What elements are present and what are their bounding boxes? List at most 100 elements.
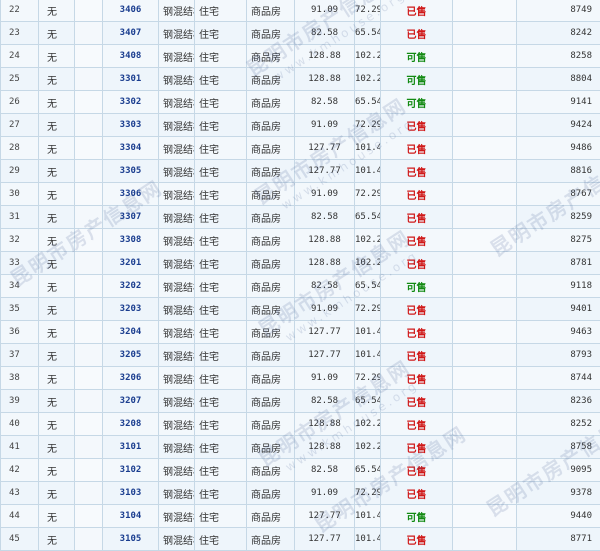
cell-blank xyxy=(453,436,517,459)
cell-blank xyxy=(75,114,103,137)
inner-area-cell: 101.4 xyxy=(355,344,381,367)
room-number-link[interactable]: 3305 xyxy=(103,160,159,183)
unit-price-cell: 9118 xyxy=(517,275,600,298)
room-number-link[interactable]: 3302 xyxy=(103,91,159,114)
row-number: 29 xyxy=(1,160,39,183)
usage-cell: 住宅 xyxy=(195,321,247,344)
row-number: 40 xyxy=(1,413,39,436)
room-number-link[interactable]: 3307 xyxy=(103,206,159,229)
room-number-link[interactable]: 3208 xyxy=(103,413,159,436)
house-type-cell: 商品房 xyxy=(247,390,295,413)
room-number-link[interactable]: 3303 xyxy=(103,114,159,137)
room-number-link[interactable]: 3304 xyxy=(103,137,159,160)
room-number-link[interactable]: 3103 xyxy=(103,482,159,505)
cell-blank xyxy=(75,183,103,206)
building-area-cell: 128.88 xyxy=(295,229,355,252)
building-area-cell: 128.88 xyxy=(295,45,355,68)
building-area-cell: 127.77 xyxy=(295,137,355,160)
house-type-cell: 商品房 xyxy=(247,68,295,91)
sale-status-badge: 可售 xyxy=(381,68,453,91)
unit-price-cell: 9401 xyxy=(517,298,600,321)
row-number: 27 xyxy=(1,114,39,137)
cell-blank xyxy=(75,298,103,321)
inner-area-cell: 102.28 xyxy=(355,68,381,91)
room-number-link[interactable]: 3406 xyxy=(103,0,159,22)
room-number-link[interactable]: 3306 xyxy=(103,183,159,206)
cell-blank xyxy=(75,321,103,344)
room-number-link[interactable]: 3301 xyxy=(103,68,159,91)
usage-cell: 住宅 xyxy=(195,436,247,459)
room-number-link[interactable]: 3408 xyxy=(103,45,159,68)
row-number: 30 xyxy=(1,183,39,206)
row-number: 45 xyxy=(1,528,39,551)
room-number-link[interactable]: 3203 xyxy=(103,298,159,321)
room-number-link[interactable]: 3206 xyxy=(103,367,159,390)
unit-listing-table: 22无3406钢混结构住宅商品房91.0972.29已售874979698923… xyxy=(0,0,600,551)
usage-cell: 住宅 xyxy=(195,298,247,321)
cell-blank xyxy=(453,344,517,367)
cell-none: 无 xyxy=(39,436,75,459)
inner-area-cell: 101.4 xyxy=(355,505,381,528)
cell-blank xyxy=(453,183,517,206)
unit-price-cell: 9141 xyxy=(517,91,600,114)
unit-price-cell: 8258 xyxy=(517,45,600,68)
room-number-link[interactable]: 3407 xyxy=(103,22,159,45)
room-number-link[interactable]: 3105 xyxy=(103,528,159,551)
row-number: 44 xyxy=(1,505,39,528)
unit-price-cell: 8236 xyxy=(517,390,600,413)
cell-none: 无 xyxy=(39,229,75,252)
table-row: 22无3406钢混结构住宅商品房91.0972.29已售8749796989 xyxy=(1,0,600,22)
inner-area-cell: 72.29 xyxy=(355,114,381,137)
sale-status-badge: 可售 xyxy=(381,91,453,114)
room-number-link[interactable]: 3207 xyxy=(103,390,159,413)
inner-area-cell: 102.28 xyxy=(355,436,381,459)
cell-blank xyxy=(453,528,517,551)
unit-price-cell: 9440 xyxy=(517,505,600,528)
room-number-link[interactable]: 3308 xyxy=(103,229,159,252)
cell-blank xyxy=(453,252,517,275)
cell-blank xyxy=(75,206,103,229)
usage-cell: 住宅 xyxy=(195,528,247,551)
building-area-cell: 127.77 xyxy=(295,344,355,367)
cell-none: 无 xyxy=(39,344,75,367)
house-type-cell: 商品房 xyxy=(247,114,295,137)
cell-none: 无 xyxy=(39,160,75,183)
usage-cell: 住宅 xyxy=(195,252,247,275)
cell-none: 无 xyxy=(39,68,75,91)
sale-status-badge: 已售 xyxy=(381,344,453,367)
cell-blank xyxy=(453,275,517,298)
room-number-link[interactable]: 3205 xyxy=(103,344,159,367)
table-row: 39无3207钢混结构住宅商品房82.5865.54已售8236680132 xyxy=(1,390,600,413)
room-number-link[interactable]: 3104 xyxy=(103,505,159,528)
building-area-cell: 91.09 xyxy=(295,298,355,321)
structure-cell: 钢混结构 xyxy=(159,0,195,22)
house-type-cell: 商品房 xyxy=(247,183,295,206)
inner-area-cell: 101.4 xyxy=(355,160,381,183)
table-row: 36无3204钢混结构住宅商品房127.77101.4已售94631209111 xyxy=(1,321,600,344)
usage-cell: 住宅 xyxy=(195,367,247,390)
usage-cell: 住宅 xyxy=(195,505,247,528)
room-number-link[interactable]: 3204 xyxy=(103,321,159,344)
inner-area-cell: 102.28 xyxy=(355,252,381,275)
cell-blank xyxy=(75,367,103,390)
sale-status-badge: 已售 xyxy=(381,183,453,206)
room-number-link[interactable]: 3102 xyxy=(103,459,159,482)
cell-none: 无 xyxy=(39,482,75,505)
usage-cell: 住宅 xyxy=(195,344,247,367)
unit-price-cell: 8252 xyxy=(517,413,600,436)
row-number: 37 xyxy=(1,344,39,367)
structure-cell: 钢混结构 xyxy=(159,459,195,482)
room-number-link[interactable]: 3202 xyxy=(103,275,159,298)
room-number-link[interactable]: 3101 xyxy=(103,436,159,459)
table-row: 23无3407钢混结构住宅商品房82.5865.54已售8242680607 xyxy=(1,22,600,45)
building-area-cell: 128.88 xyxy=(295,68,355,91)
room-number-link[interactable]: 3201 xyxy=(103,252,159,275)
sale-status-badge: 已售 xyxy=(381,160,453,183)
structure-cell: 钢混结构 xyxy=(159,91,195,114)
house-type-cell: 商品房 xyxy=(247,505,295,528)
cell-none: 无 xyxy=(39,252,75,275)
unit-price-cell: 8767 xyxy=(517,183,600,206)
structure-cell: 钢混结构 xyxy=(159,367,195,390)
cell-blank xyxy=(453,68,517,91)
inner-area-cell: 101.4 xyxy=(355,528,381,551)
